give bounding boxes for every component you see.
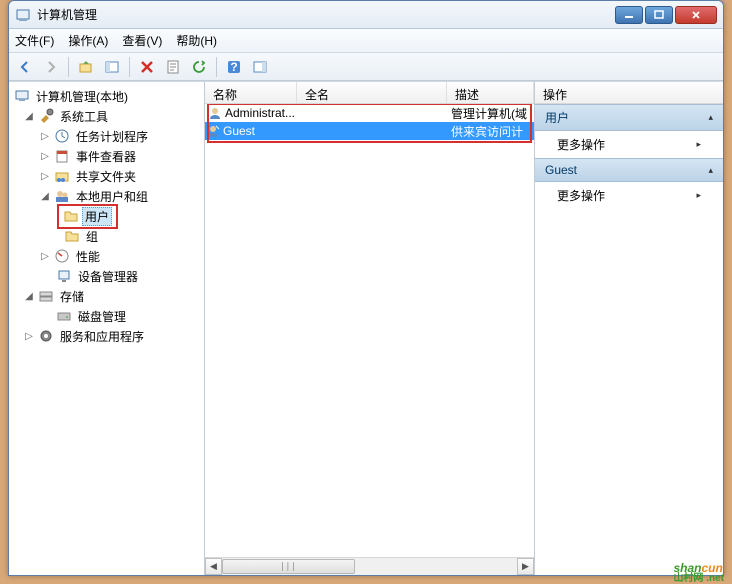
list-pane: 名称 全名 描述 Administrat... 管理计算机(域 Guest 供来… [205, 82, 535, 575]
collapse-icon[interactable]: ◢ [23, 111, 35, 122]
collapse-icon[interactable]: ◢ [23, 291, 35, 302]
window-title: 计算机管理 [37, 6, 615, 23]
clock-icon [54, 128, 70, 144]
separator [216, 57, 217, 77]
expand-icon[interactable]: ▷ [39, 251, 51, 262]
expand-icon[interactable]: ▷ [39, 131, 51, 142]
expand-icon[interactable]: ▷ [39, 151, 51, 162]
window-controls [615, 6, 717, 24]
action-more-1[interactable]: 更多操作 ▸ [535, 131, 723, 158]
menu-action[interactable]: 操作(A) [68, 32, 108, 49]
storage-icon [38, 288, 54, 304]
svg-text:?: ? [230, 60, 237, 74]
tree-users[interactable]: 用户 [9, 206, 204, 226]
titlebar[interactable]: 计算机管理 [9, 1, 723, 29]
tree-systools[interactable]: ◢ 系统工具 [9, 106, 204, 126]
list-body[interactable]: Administrat... 管理计算机(域 Guest 供来宾访问计 [205, 104, 534, 557]
action-more-2[interactable]: 更多操作 ▸ [535, 182, 723, 209]
user-icon [208, 106, 222, 120]
computer-icon [14, 88, 30, 104]
performance-icon [54, 248, 70, 264]
scroll-right-button[interactable]: ▶ [517, 558, 534, 575]
separator [129, 57, 130, 77]
help-button[interactable]: ? [222, 56, 246, 78]
actions-header: 操作 [535, 82, 723, 104]
watermark: shancun 山村网 .net [673, 552, 724, 582]
mmc-window: 计算机管理 文件(F) 操作(A) 查看(V) 帮助(H) ? 计算机管理(本地… [8, 0, 724, 576]
show-hide-tree-button[interactable] [100, 56, 124, 78]
action-group-guest[interactable]: Guest ▴ [535, 158, 723, 182]
refresh-button[interactable] [187, 56, 211, 78]
separator [68, 57, 69, 77]
tree-perf[interactable]: ▷ 性能 [9, 246, 204, 266]
tree-storage[interactable]: ◢ 存储 [9, 286, 204, 306]
action-group-users[interactable]: 用户 ▴ [535, 104, 723, 131]
tree-services[interactable]: ▷ 服务和应用程序 [9, 326, 204, 346]
properties-button[interactable] [161, 56, 185, 78]
users-group-icon [54, 188, 70, 204]
action-pane-button[interactable] [248, 56, 272, 78]
tree-pane[interactable]: 计算机管理(本地) ◢ 系统工具 ▷ 任务计划程序 ▷ 事件查看器 ▷ 共享文件… [9, 82, 205, 575]
close-button[interactable] [675, 6, 717, 24]
collapse-icon: ▴ [708, 112, 713, 123]
submenu-icon: ▸ [696, 139, 701, 150]
list-row-admin[interactable]: Administrat... 管理计算机(域 [205, 104, 534, 122]
user-disabled-icon [206, 124, 220, 138]
maximize-button[interactable] [645, 6, 673, 24]
expand-icon[interactable]: ▷ [39, 171, 51, 182]
horizontal-scrollbar[interactable]: ◀ ∣∣∣ ▶ [205, 557, 534, 575]
scroll-thumb[interactable]: ∣∣∣ [222, 559, 355, 574]
tree-root[interactable]: 计算机管理(本地) [9, 86, 204, 106]
event-icon [54, 148, 70, 164]
content-area: 计算机管理(本地) ◢ 系统工具 ▷ 任务计划程序 ▷ 事件查看器 ▷ 共享文件… [9, 81, 723, 575]
tree-devmgr[interactable]: 设备管理器 [9, 266, 204, 286]
back-button[interactable] [13, 56, 37, 78]
services-icon [38, 328, 54, 344]
shared-folder-icon [54, 168, 70, 184]
folder-icon [64, 228, 80, 244]
collapse-icon[interactable]: ◢ [39, 191, 51, 202]
column-name[interactable]: 名称 [205, 82, 297, 103]
folder-icon [63, 208, 79, 224]
list-row-guest[interactable]: Guest 供来宾访问计 [205, 122, 534, 140]
tree-shared[interactable]: ▷ 共享文件夹 [9, 166, 204, 186]
column-fullname[interactable]: 全名 [297, 82, 447, 103]
scroll-track[interactable]: ∣∣∣ [222, 558, 517, 575]
minimize-button[interactable] [615, 6, 643, 24]
forward-button[interactable] [39, 56, 63, 78]
highlight-box: 用户 [57, 204, 118, 229]
scroll-left-button[interactable]: ◀ [205, 558, 222, 575]
tools-icon [38, 108, 54, 124]
submenu-icon: ▸ [696, 190, 701, 201]
app-icon [15, 7, 31, 23]
disk-icon [56, 308, 72, 324]
tree-eventview[interactable]: ▷ 事件查看器 [9, 146, 204, 166]
tree-diskmgmt[interactable]: 磁盘管理 [9, 306, 204, 326]
expand-icon[interactable]: ▷ [23, 331, 35, 342]
tree-groups[interactable]: 组 [9, 226, 204, 246]
actions-pane: 操作 用户 ▴ 更多操作 ▸ Guest ▴ 更多操作 ▸ [535, 82, 723, 575]
menubar: 文件(F) 操作(A) 查看(V) 帮助(H) [9, 29, 723, 53]
collapse-icon: ▴ [708, 165, 713, 176]
column-desc[interactable]: 描述 [447, 82, 534, 103]
tree-tasksched[interactable]: ▷ 任务计划程序 [9, 126, 204, 146]
up-button[interactable] [74, 56, 98, 78]
menu-help[interactable]: 帮助(H) [176, 32, 217, 49]
menu-view[interactable]: 查看(V) [122, 32, 162, 49]
list-header: 名称 全名 描述 [205, 82, 534, 104]
delete-button[interactable] [135, 56, 159, 78]
menu-file[interactable]: 文件(F) [15, 32, 54, 49]
toolbar: ? [9, 53, 723, 81]
device-icon [56, 268, 72, 284]
